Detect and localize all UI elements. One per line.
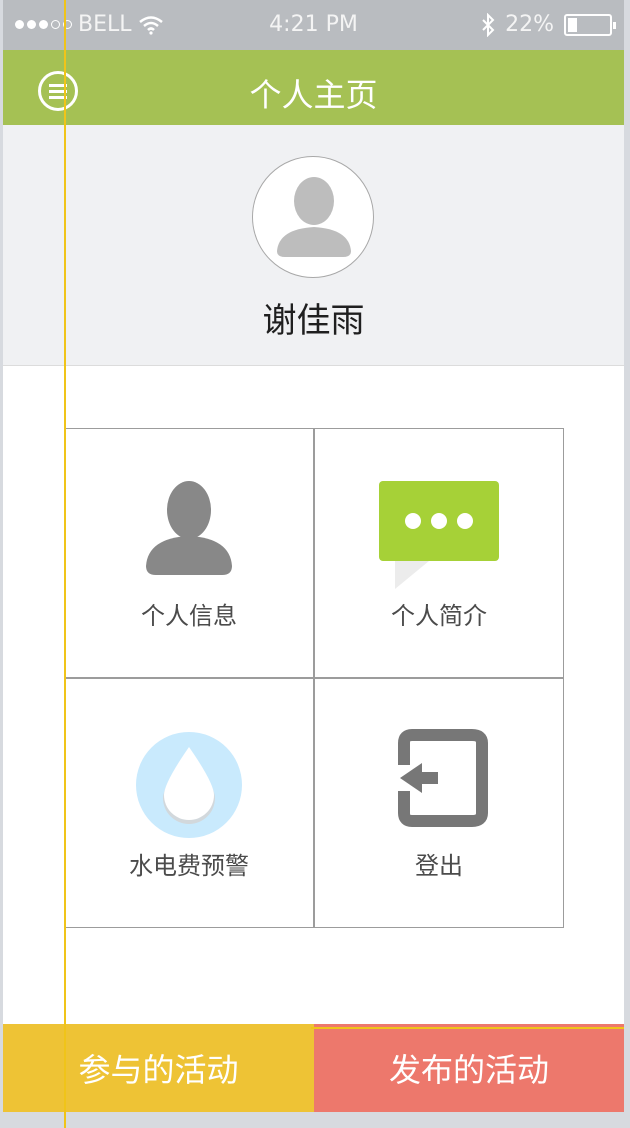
user-name: 谢佳雨 bbox=[262, 301, 365, 341]
menu-grid: 个人信息 个人简介 水电费预警 登出 bbox=[64, 428, 564, 928]
guide-line-vertical bbox=[64, 0, 66, 1128]
user-avatar-icon[interactable] bbox=[252, 156, 374, 278]
grid-item-profile-intro[interactable]: 个人简介 bbox=[314, 428, 564, 678]
water-drop-icon bbox=[136, 732, 242, 838]
grid-item-personal-info[interactable]: 个人信息 bbox=[64, 428, 314, 678]
battery-percent: 22% bbox=[505, 12, 554, 37]
bluetooth-icon bbox=[482, 12, 495, 37]
logout-icon bbox=[398, 729, 488, 827]
joined-activities-button[interactable]: 参与的活动 bbox=[3, 1024, 314, 1112]
status-bar: BELL 4:21 PM 22% bbox=[3, 0, 624, 50]
grid-item-label: 登出 bbox=[415, 852, 463, 880]
grid-item-label: 个人简介 bbox=[391, 602, 487, 630]
grid-item-label: 个人信息 bbox=[141, 602, 237, 630]
page-title: 个人主页 bbox=[249, 76, 378, 114]
chat-bubble-icon bbox=[379, 481, 499, 589]
nav-bar: 个人主页 bbox=[3, 50, 624, 125]
grid-item-utility-alert[interactable]: 水电费预警 bbox=[64, 678, 314, 928]
status-right: 22% bbox=[481, 12, 616, 37]
guide-line-horizontal bbox=[311, 1027, 624, 1029]
battery-icon bbox=[564, 13, 616, 36]
profile-header: 谢佳雨 bbox=[3, 125, 624, 366]
published-activities-button[interactable]: 发布的活动 bbox=[314, 1024, 624, 1112]
phone-screen: BELL 4:21 PM 22% 个人主页 谢佳雨 个人信息 个人简介 水电费预… bbox=[3, 0, 624, 1112]
person-icon bbox=[146, 481, 232, 575]
grid-item-logout[interactable]: 登出 bbox=[314, 678, 564, 928]
grid-item-label: 水电费预警 bbox=[129, 852, 249, 880]
